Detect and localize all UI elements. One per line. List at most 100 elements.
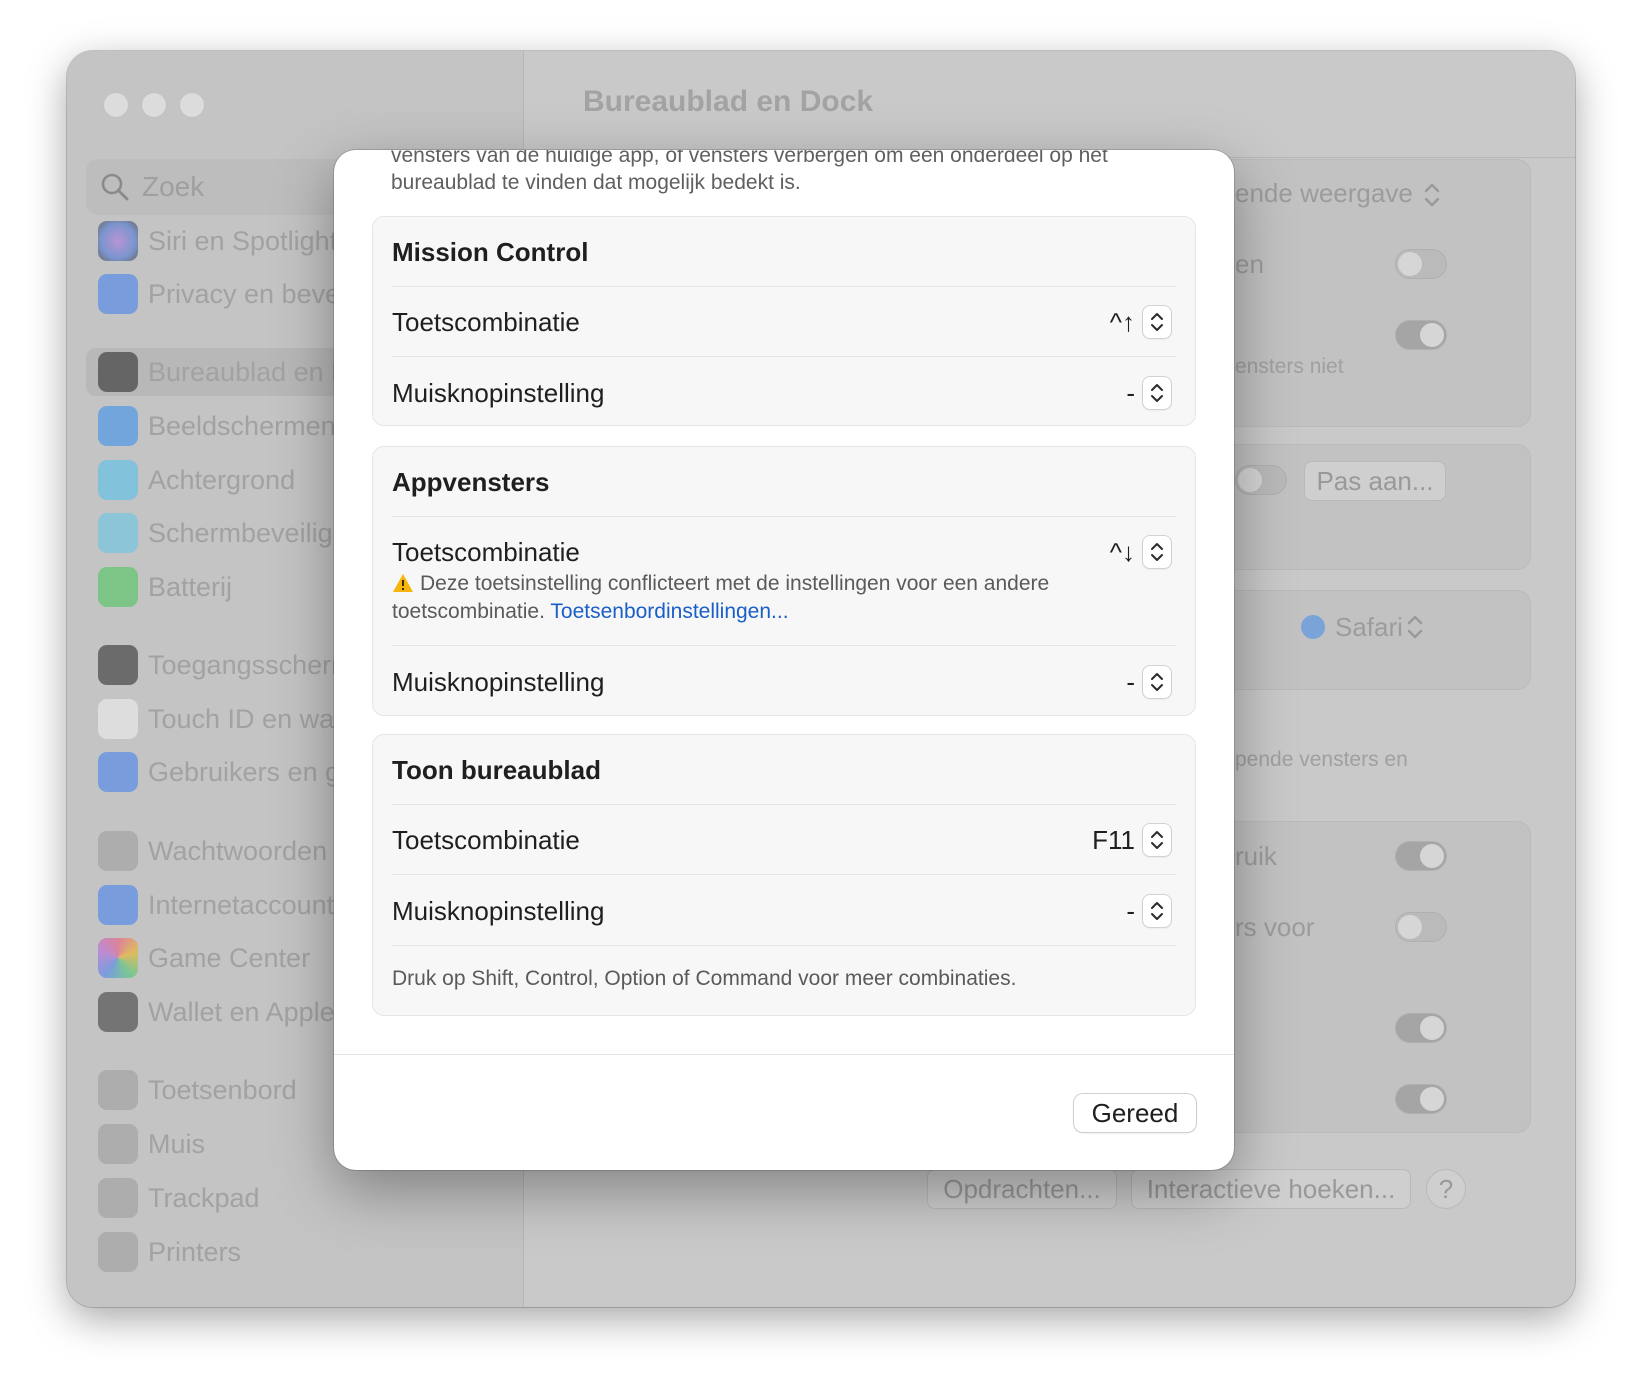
divider [392,804,1176,805]
shortcut-popup[interactable]: ^↑ [1110,306,1171,338]
chevron-updown-icon [1407,615,1423,639]
hot-corners-button[interactable]: Interactieve hoeken... [1131,1169,1411,1209]
mouse-button-popup[interactable]: - [1126,377,1171,409]
users-icon [98,752,138,792]
sidebar-item-label: Achtergrond [148,464,296,495]
sidebar-item-label: Wachtwoorden [148,835,328,866]
flower-icon [98,460,138,500]
divider [392,645,1176,646]
safari-icon [1301,615,1325,639]
modifier-hint: Druk op Shift, Control, Option of Comman… [392,967,1017,990]
mouse-button-label: Muisknopinstelling [392,667,605,697]
siri-icon [98,221,138,261]
intro-text: vensters van de huidige app, of vensters… [391,150,1191,196]
sidebar-item-printers[interactable]: Printers [86,1228,516,1276]
mouse-button-value: - [1126,666,1135,697]
background-help-text-2: pende vensters en [1235,748,1408,771]
conflict-warning: Deze toetsinstelling conflicteert met de… [392,570,1152,626]
divider [392,516,1176,517]
background-toggle-6[interactable] [1395,1013,1447,1043]
background-toggle-7[interactable] [1395,1084,1447,1114]
view-popup[interactable]: ende weergave [1235,178,1444,211]
search-placeholder: Zoek [142,171,205,202]
divider [392,286,1176,287]
divider [392,356,1176,357]
shortcut-label: Toetscombinatie [392,307,580,337]
sidebar-item-label: Toegangsscherm [148,649,354,680]
battery-icon [98,567,138,607]
background-row-label-3: rs voor [1235,912,1315,942]
fingerprint-icon [98,699,138,739]
printer-icon [98,1232,138,1272]
mouse-button-label: Muisknopinstelling [392,896,605,926]
sidebar-item-label: Trackpad [148,1182,260,1213]
intro-line: vensters van de huidige app, of vensters… [391,150,1108,167]
game-center-icon [98,938,138,978]
hand-icon [98,274,138,314]
background-toggle-3[interactable] [1235,465,1287,495]
shortcuts-sheet: vensters van de huidige app, of vensters… [334,150,1234,1170]
divider [392,874,1176,875]
close-window-button[interactable] [103,92,129,118]
at-icon [98,885,138,925]
mission-control-shortcuts-button[interactable]: Opdrachten... [927,1169,1117,1209]
chevron-updown-icon[interactable] [1143,824,1171,856]
search-icon [101,173,129,201]
customize-button[interactable]: Pas aan... [1304,461,1446,501]
shortcut-label: Toetscombinatie [392,537,580,567]
sidebar-item-label: Batterij [148,571,233,602]
zoom-window-button[interactable] [179,92,205,118]
intro-line: bureaublad te vinden dat mogelijk bedekt… [391,171,801,194]
keyboard-settings-link[interactable]: Toetsenbordinstellingen... [550,600,788,623]
done-button[interactable]: Gereed [1074,1094,1196,1132]
key-icon [98,831,138,871]
sidebar-item-label: Beeldschermen [148,410,336,441]
chevron-updown-icon [1424,183,1440,207]
minimize-window-button[interactable] [141,92,167,118]
trackpad-icon [98,1178,138,1218]
chevron-updown-icon[interactable] [1143,666,1171,698]
chevron-updown-icon[interactable] [1143,536,1171,568]
section-app-windows: Appvensters Toetscombinatie ^↓ Deze toet… [372,446,1196,716]
warning-icon [393,574,413,592]
divider [392,945,1176,946]
shortcut-value: F11 [1092,824,1135,855]
dock-icon [98,352,138,392]
sidebar-item-label: Toetsenbord [148,1074,297,1105]
section-mission-control: Mission Control Toetscombinatie ^↑ Muisk… [372,216,1196,426]
section-show-desktop: Toon bureaublad Toetscombinatie F11 Muis… [372,734,1196,1016]
mouse-button-value: - [1126,377,1135,408]
sun-icon [98,406,138,446]
mouse-button-value: - [1126,895,1135,926]
chevron-updown-icon[interactable] [1143,306,1171,338]
wallet-icon [98,992,138,1032]
shortcut-popup[interactable]: ^↓ [1110,536,1171,568]
background-toggle-5[interactable] [1395,912,1447,942]
sidebar-item-label: Muis [148,1128,206,1159]
shortcut-value: ^↓ [1109,536,1135,567]
chevron-updown-icon[interactable] [1143,377,1171,409]
section-title: Appvensters [392,467,550,497]
sidebar-item-trackpad[interactable]: Trackpad [86,1174,516,1222]
browser-popup[interactable]: Safari [1301,611,1427,643]
background-help-text: ensters niet [1235,355,1344,378]
shortcut-label: Toetscombinatie [392,825,580,855]
lock-icon [98,645,138,685]
background-toggle-1[interactable] [1395,249,1447,279]
mouse-button-label: Muisknopinstelling [392,378,605,408]
section-title: Mission Control [392,237,589,267]
background-toggle-4[interactable] [1395,841,1447,871]
sidebar-item-label: Siri en Spotlight [148,225,338,256]
mouse-icon [98,1124,138,1164]
window-title: Bureaublad en Dock [583,85,874,118]
chevron-updown-icon[interactable] [1143,895,1171,927]
mouse-button-popup[interactable]: - [1126,666,1171,698]
sidebar-item-label: Printers [148,1236,242,1267]
shortcut-popup[interactable]: F11 [1092,824,1171,856]
mouse-button-popup[interactable]: - [1126,895,1171,927]
background-toggle-2[interactable] [1395,320,1447,350]
section-title: Toon bureaublad [392,755,601,785]
background-row-label: en [1235,249,1264,279]
help-button[interactable]: ? [1426,1169,1466,1209]
sidebar-item-label: Internetaccounts [148,889,348,920]
